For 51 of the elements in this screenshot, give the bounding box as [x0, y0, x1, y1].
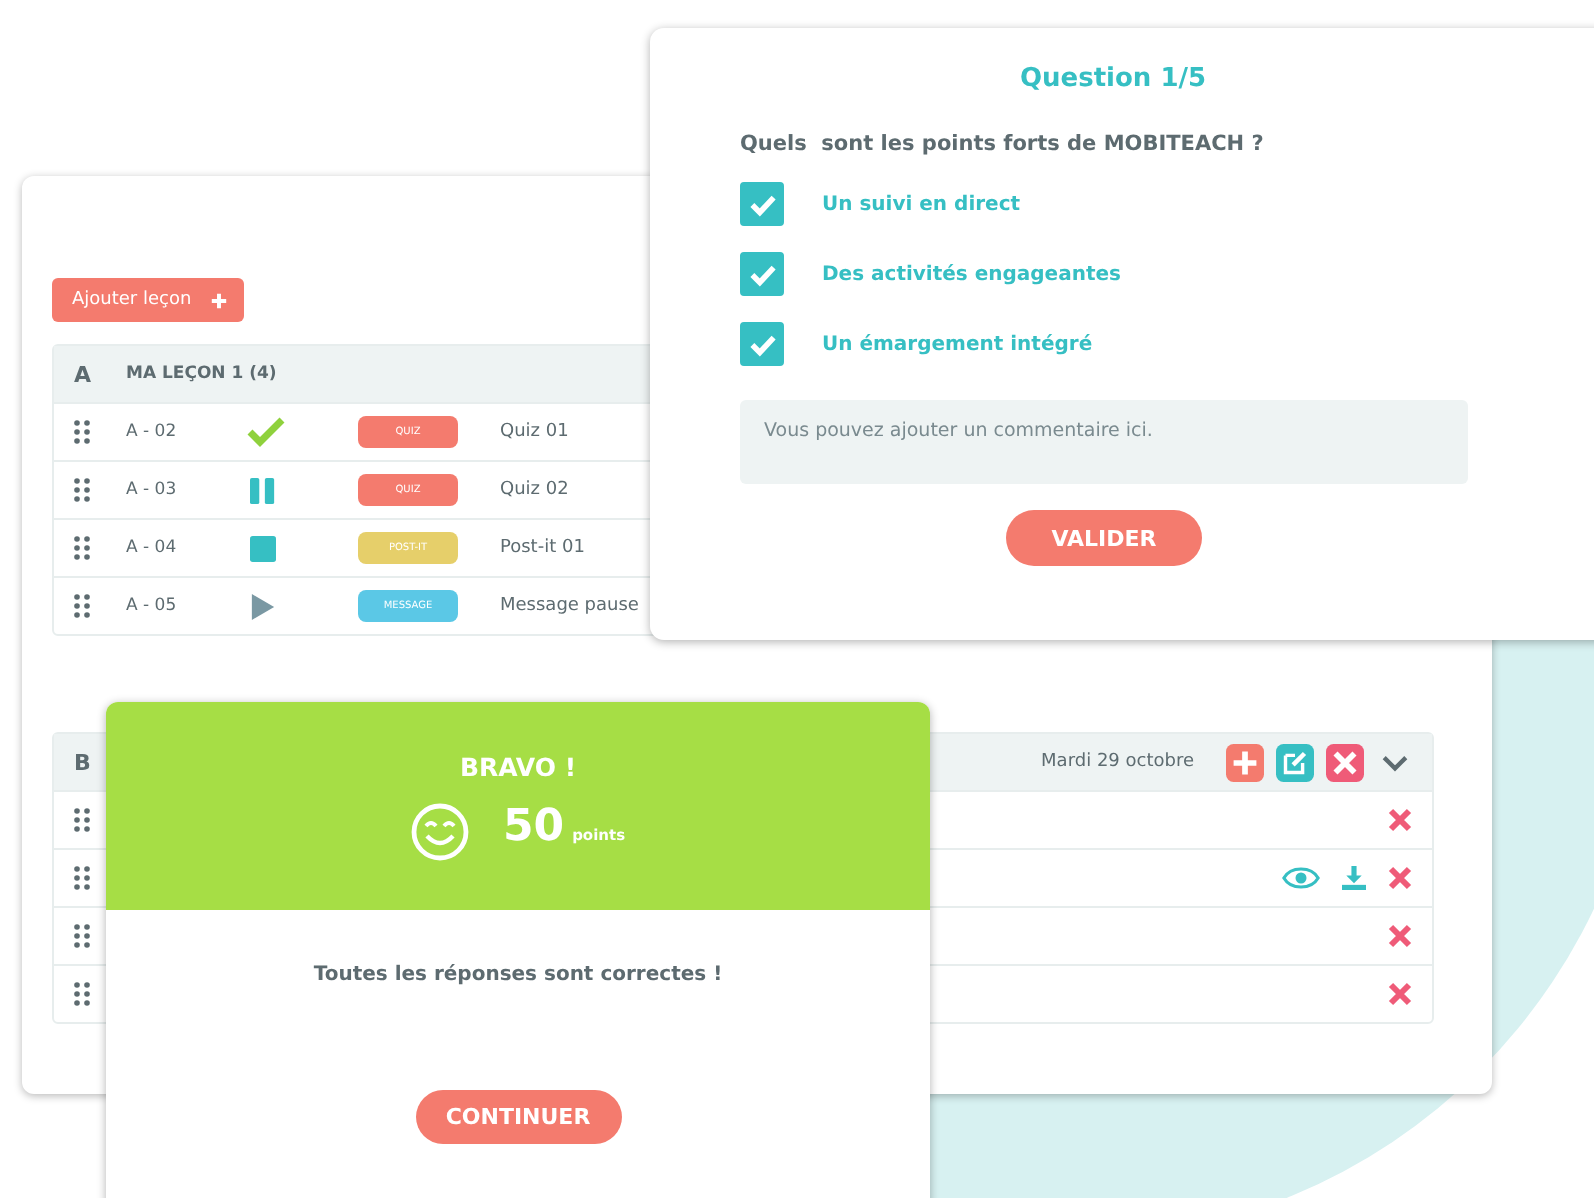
add-icon[interactable]: [1226, 743, 1264, 781]
question-number: Question 1/5: [1017, 64, 1209, 94]
delete-icon[interactable]: [1326, 743, 1364, 781]
plus-icon: [209, 291, 228, 309]
lesson-code: A - 04: [126, 538, 179, 558]
answer-label[interactable]: Des activités engageantes: [822, 263, 1121, 285]
check-icon: [246, 416, 286, 448]
delete-icon[interactable]: [1388, 982, 1412, 1006]
delete-icon[interactable]: [1388, 866, 1412, 890]
result-title: BRAVO !: [459, 752, 577, 782]
lesson-title[interactable]: Message pause: [500, 596, 639, 616]
answer-label[interactable]: Un émargement intégré: [822, 333, 1093, 355]
delete-icon[interactable]: [1388, 808, 1412, 832]
section-title: MA LEÇON 1 (4): [126, 364, 277, 384]
lesson-title[interactable]: Quiz 01: [500, 422, 569, 442]
lesson-title[interactable]: Quiz 02: [500, 480, 569, 500]
lesson-title[interactable]: Post-it 01: [500, 538, 585, 558]
delete-icon[interactable]: [1388, 924, 1412, 948]
play-icon: [250, 593, 276, 619]
answer-checkbox[interactable]: [740, 252, 784, 296]
smiley-icon: [410, 802, 471, 862]
validate-button[interactable]: VALIDER: [1006, 510, 1202, 566]
stop-icon: [250, 535, 276, 561]
drag-handle-icon[interactable]: [74, 536, 90, 560]
section-letter: B: [74, 749, 93, 775]
section-date: Mardi 29 octobre: [1041, 752, 1194, 772]
result-message: Toutes les réponses sont correctes !: [311, 964, 725, 986]
edit-icon[interactable]: [1276, 743, 1314, 781]
lesson-code: A - 03: [126, 480, 179, 500]
answer-checkbox[interactable]: [740, 322, 784, 366]
eye-icon[interactable]: [1282, 866, 1320, 890]
answer-checkbox[interactable]: [740, 182, 784, 226]
download-icon[interactable]: [1342, 866, 1366, 890]
add-lesson-button[interactable]: Ajouter leçon: [52, 278, 244, 322]
pause-icon: [250, 477, 276, 503]
chevron-down-icon[interactable]: [1382, 753, 1408, 771]
continue-button[interactable]: CONTINUER: [415, 1090, 621, 1144]
lesson-code: A - 05: [126, 596, 179, 616]
drag-handle-icon[interactable]: [74, 808, 90, 832]
drag-handle-icon[interactable]: [74, 420, 90, 444]
drag-handle-icon[interactable]: [74, 866, 90, 890]
comment-field[interactable]: Vous pouvez ajouter un commentaire ici.: [740, 400, 1468, 484]
drag-handle-icon[interactable]: [74, 594, 90, 618]
lesson-code: A - 02: [126, 422, 179, 442]
drag-handle-icon[interactable]: [74, 478, 90, 502]
answer-label[interactable]: Un suivi en direct: [822, 193, 1021, 215]
score-value: 50: [502, 802, 565, 852]
section-letter: A: [74, 361, 94, 387]
question-text: Quels sont les points forts de MOBITEACH ?: [740, 132, 1266, 156]
drag-handle-icon[interactable]: [74, 982, 90, 1006]
drag-handle-icon[interactable]: [74, 924, 90, 948]
